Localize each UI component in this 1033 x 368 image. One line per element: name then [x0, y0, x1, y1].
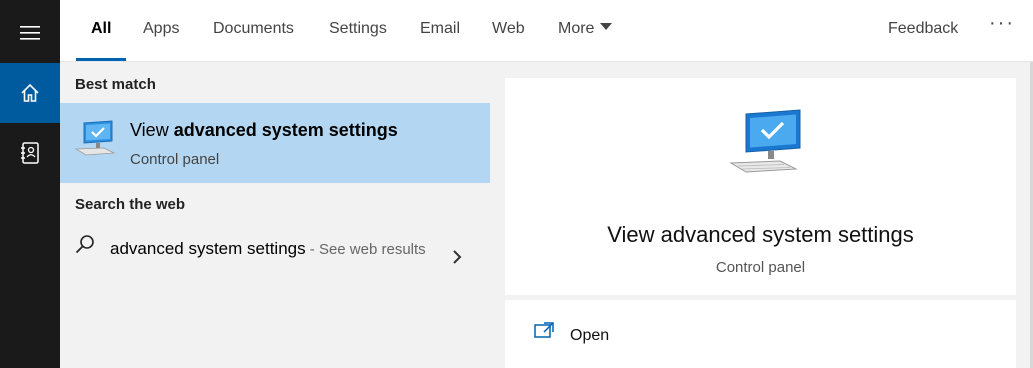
monitor-check-icon — [74, 120, 116, 156]
home-button[interactable] — [0, 63, 60, 123]
web-hint: - See web results — [305, 241, 426, 258]
notebook-button[interactable] — [0, 123, 60, 183]
tab-web[interactable]: Web — [492, 20, 525, 38]
best-match-title-prefix: View — [130, 120, 174, 140]
monitor-check-icon — [729, 109, 801, 173]
notebook-icon — [21, 142, 39, 164]
menu-button[interactable] — [0, 3, 60, 63]
best-match-title-bold: advanced system settings — [173, 120, 398, 140]
active-tab-indicator — [76, 58, 126, 61]
feedback-link[interactable]: Feedback — [888, 20, 958, 38]
tab-apps[interactable]: Apps — [143, 20, 179, 38]
web-result-text: advanced system settings - See web resul… — [110, 235, 440, 263]
open-label: Open — [570, 327, 610, 344]
tab-all[interactable]: All — [91, 20, 111, 38]
best-match-subtitle: Control panel — [130, 151, 220, 168]
web-query: advanced system settings — [110, 239, 306, 258]
tab-settings[interactable]: Settings — [329, 20, 387, 38]
tab-bar: All Apps Documents Settings Email Web Mo… — [60, 0, 1033, 62]
tab-email[interactable]: Email — [420, 20, 460, 38]
open-external-icon — [534, 322, 554, 338]
open-action[interactable]: Open — [505, 300, 1016, 368]
web-result-item[interactable]: advanced system settings - See web resul… — [60, 222, 490, 294]
home-icon — [21, 83, 39, 102]
preview-subtitle: Control panel — [715, 259, 806, 276]
preview-title: View advanced system settings — [607, 222, 914, 247]
chevron-right-icon[interactable] — [452, 249, 462, 265]
caret-down-icon — [600, 23, 613, 30]
hamburger-icon — [20, 26, 40, 40]
best-match-heading: Best match — [75, 76, 156, 93]
best-match-title: View advanced system settings — [130, 120, 398, 141]
results-pane: Best match View advanced system settings… — [60, 62, 490, 368]
search-web-heading: Search the web — [75, 196, 186, 213]
preview-pane: View advanced system settings Control pa… — [490, 62, 1033, 368]
tab-documents[interactable]: Documents — [213, 20, 294, 38]
best-match-item[interactable]: View advanced system settings Control pa… — [60, 103, 490, 183]
left-rail — [0, 0, 60, 368]
tab-more-label: More — [558, 20, 595, 37]
more-options-button[interactable]: ··· — [989, 12, 1015, 35]
tab-more[interactable]: More — [558, 20, 613, 38]
search-icon — [75, 235, 94, 254]
preview-card: View advanced system settings Control pa… — [505, 78, 1016, 295]
